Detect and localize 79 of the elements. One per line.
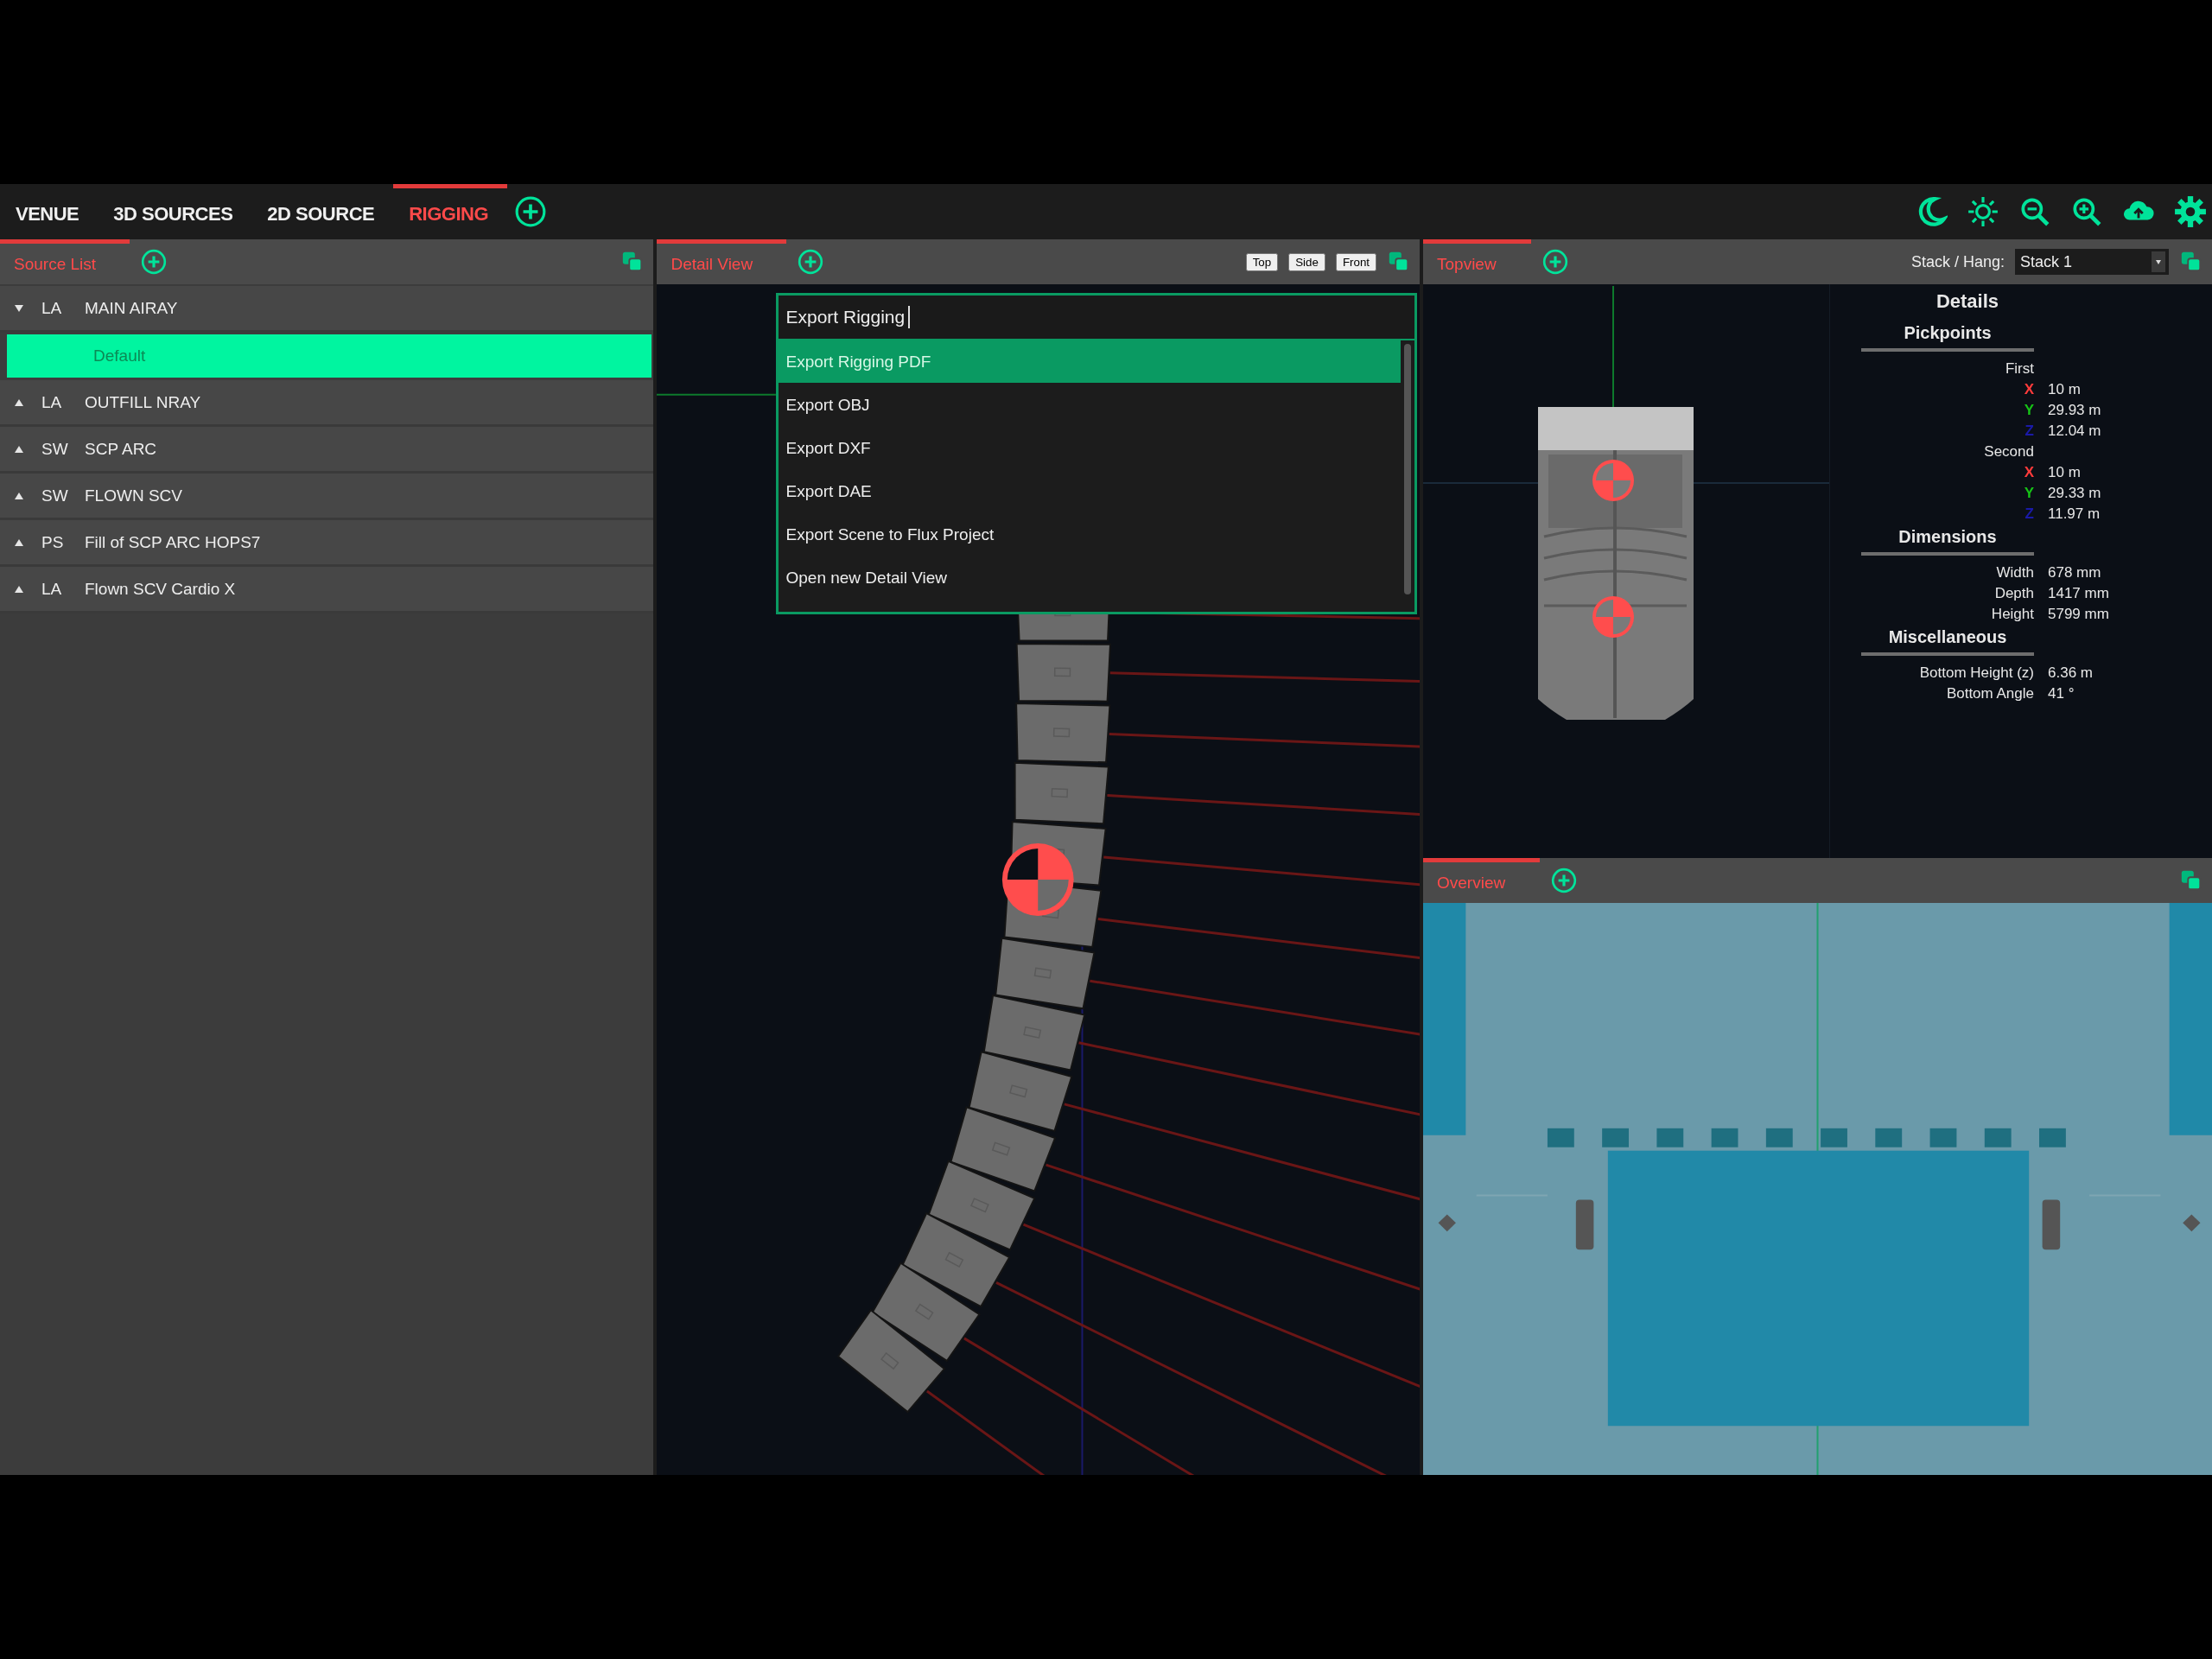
coordinate-value: 12.04 m	[2048, 422, 2102, 441]
main-tab[interactable]: 2D SOURCE	[251, 184, 394, 239]
axis-label: X	[2024, 464, 2034, 480]
zoom-in-icon[interactable]	[2070, 195, 2103, 228]
add-icon[interactable]	[797, 248, 825, 276]
source-name: FLOWN SCV	[85, 486, 182, 505]
section-title: Miscellaneous	[1861, 626, 2034, 656]
detail-value: 5799 mm	[2048, 605, 2110, 624]
detail-label: Bottom Height (z)	[1919, 664, 2034, 681]
caret-icon[interactable]	[14, 303, 24, 313]
axis-label: Y	[2024, 402, 2034, 418]
axis-label: Z	[2024, 423, 2034, 439]
add-icon[interactable]	[1541, 248, 1569, 276]
add-tab-icon[interactable]	[514, 195, 548, 228]
command-item[interactable]: Export DXF	[779, 427, 1402, 469]
source-name: OUTFILL NRAY	[85, 392, 201, 412]
source-row[interactable]: LA OUTFILL NRAY	[0, 380, 654, 427]
source-type: LA	[41, 392, 63, 412]
detail-value: 41 °	[2048, 684, 2075, 703]
detail-value: 6.36 m	[2048, 664, 2094, 683]
section-title: Dimensions	[1861, 526, 2034, 556]
source-row[interactable]: PS Fill of SCP ARC HOPS7	[0, 520, 654, 567]
coordinate-value: 29.33 m	[2048, 484, 2102, 503]
source-type: SW	[41, 486, 69, 505]
sun-icon[interactable]	[1967, 195, 1999, 228]
caret-icon[interactable]	[14, 444, 24, 454]
view-button[interactable]: Top	[1245, 252, 1279, 271]
detail-label: Depth	[1994, 585, 2034, 601]
zoom-out-icon[interactable]	[2018, 195, 2051, 228]
command-item[interactable]: Export DAE	[779, 470, 1402, 512]
source-name: Flown SCV Cardio X	[85, 579, 236, 599]
source-name: Fill of SCP ARC HOPS7	[85, 532, 261, 552]
detail-label: Width	[1996, 564, 2034, 581]
axis-label: Z	[2024, 505, 2034, 522]
pickpoint-icon	[1002, 843, 1075, 916]
command-item[interactable]: Export OBJ	[779, 384, 1402, 426]
scrollbar[interactable]	[1404, 344, 1412, 594]
view-button[interactable]: Side	[1288, 252, 1325, 271]
detail-value: 678 mm	[2048, 563, 2102, 582]
source-row[interactable]: SW FLOWN SCV	[0, 474, 654, 520]
source-row[interactable]: SW SCP ARC	[0, 427, 654, 474]
source-type: LA	[41, 298, 63, 318]
main-tab[interactable]: VENUE	[0, 184, 99, 239]
coordinate-value: 11.97 m	[2048, 505, 2101, 524]
source-name: SCP ARC	[85, 439, 157, 459]
settings-icon[interactable]	[2174, 195, 2207, 228]
caret-icon[interactable]	[14, 491, 24, 500]
view-button[interactable]: Front	[1335, 252, 1376, 271]
stack-select[interactable]: Stack 1	[2015, 249, 2169, 275]
caret-icon[interactable]	[14, 397, 24, 407]
source-name: MAIN AIRAY	[85, 298, 178, 318]
source-row[interactable]: LA MAIN AIRAY	[0, 286, 654, 333]
source-row[interactable]: LA Flown SCV Cardio X	[0, 567, 654, 613]
pickpoint-label: First	[2004, 359, 2034, 378]
source-type: PS	[41, 532, 65, 552]
stack-label: Stack / Hang:	[1910, 252, 2005, 271]
details-title: Details	[1935, 289, 2000, 314]
detail-label: Height	[1991, 606, 2034, 622]
detail-label: Bottom Angle	[1946, 685, 2034, 702]
coordinate-value: 10 m	[2048, 463, 2082, 482]
source-type: SW	[41, 439, 69, 459]
add-icon[interactable]	[140, 248, 168, 276]
source-type: LA	[41, 579, 63, 599]
command-item[interactable]: Export Scene to Flux Project	[779, 513, 1402, 556]
axis-label: Y	[2024, 485, 2034, 501]
command-item[interactable]: Open new Detail View	[779, 556, 1402, 599]
section-title: Pickpoints	[1861, 322, 2034, 352]
detail-value: 1417 mm	[2048, 584, 2110, 603]
coordinate-value: 10 m	[2048, 380, 2082, 399]
pickpoint-label: Second	[1983, 442, 2034, 461]
axis-label: X	[2024, 381, 2034, 397]
pickpoint-icon	[1592, 460, 1634, 501]
dropdown-caret-icon[interactable]	[2152, 251, 2165, 272]
pickpoint-icon	[1592, 596, 1634, 638]
coordinate-value: 29.93 m	[2048, 401, 2102, 420]
main-tab[interactable]: 3D SOURCES	[98, 184, 252, 239]
caret-icon[interactable]	[14, 584, 24, 594]
add-icon[interactable]	[1550, 867, 1578, 894]
caret-icon[interactable]	[14, 537, 24, 547]
